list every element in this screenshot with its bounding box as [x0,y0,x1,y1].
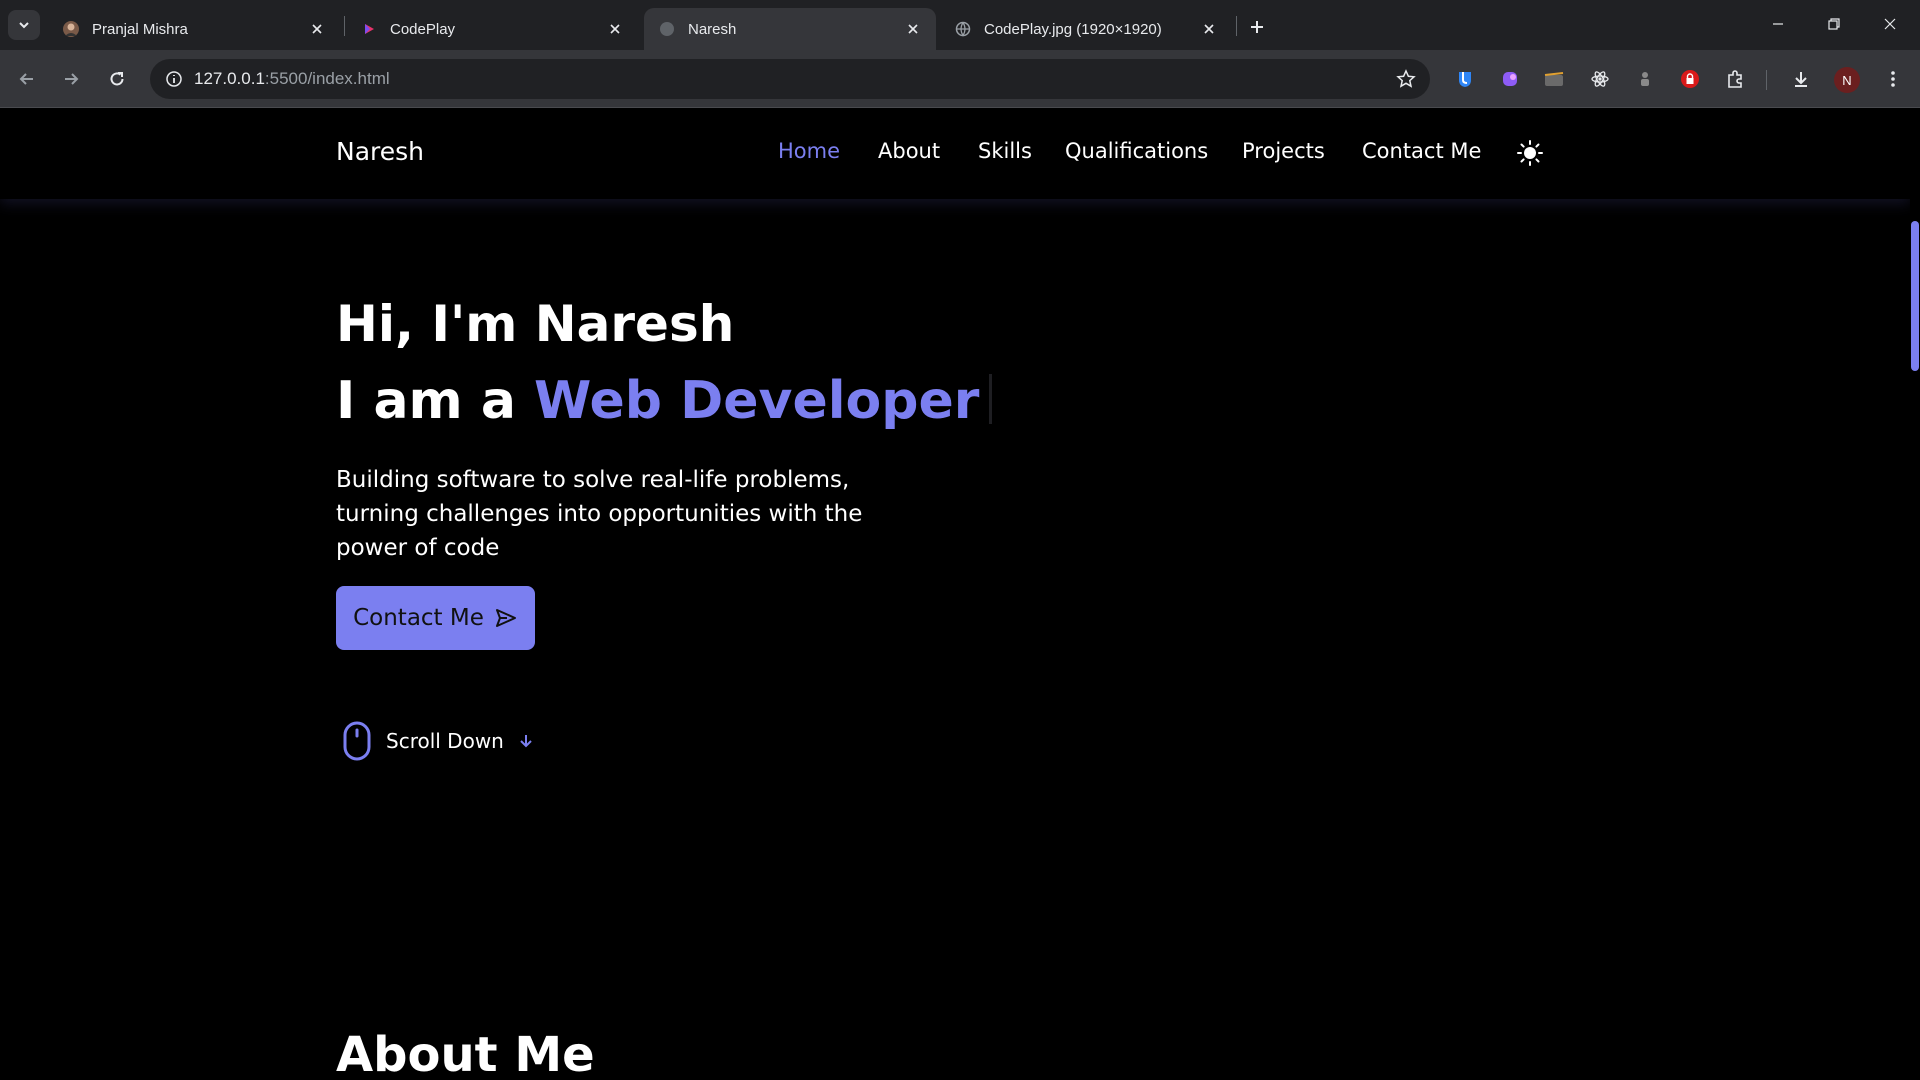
web-page: Naresh Home About Skills Qualifications … [0,109,1910,1080]
star-icon[interactable] [1396,69,1416,93]
tab-pranjal-mishra[interactable]: Pranjal Mishra [48,8,340,50]
hero-greeting: Hi, I'm Naresh [336,295,735,353]
url-path: :5500/index.html [264,69,390,88]
reload-button[interactable] [100,62,134,96]
minimize-button[interactable] [1758,8,1798,40]
reload-icon [110,72,124,86]
close-icon [1884,18,1896,30]
tab-title: Pranjal Mishra [92,20,188,38]
site-logo[interactable]: Naresh [336,137,424,166]
restore-icon [1828,18,1840,30]
url-host: 127.0.0.1 [194,69,265,88]
nav-skills[interactable]: Skills [978,139,1032,163]
extension-ai-icon[interactable] [1497,66,1523,92]
back-button[interactable] [10,62,44,96]
mouse-icon [343,721,371,761]
close-icon[interactable] [1200,20,1218,38]
send-icon [495,609,516,627]
globe-icon [658,20,676,38]
forward-icon [65,73,79,85]
download-icon[interactable] [1788,66,1814,92]
back-icon [19,73,33,85]
scrollbar-thumb[interactable] [1911,221,1919,371]
site-info-icon[interactable] [154,70,194,88]
tab-naresh[interactable]: Naresh [644,8,936,50]
hero-role-typed: Web Developer [534,371,980,431]
typing-cursor [989,374,993,424]
contact-me-button[interactable]: Contact Me [336,586,535,650]
new-tab-button[interactable] [1244,14,1270,40]
hero-role-prefix: I am a [336,371,516,431]
globe-icon [954,20,972,38]
nav-qualifications[interactable]: Qualifications [1065,139,1208,163]
close-window-button[interactable] [1870,8,1910,40]
nav-contact-me[interactable]: Contact Me [1362,139,1481,163]
site-header: Naresh Home About Skills Qualifications … [0,109,1910,199]
theme-toggle-button[interactable] [1516,139,1544,167]
chevron-down-icon [19,22,29,29]
tab-codeplay-jpg[interactable]: CodePlay.jpg (1920×1920) [940,8,1232,50]
close-icon[interactable] [904,20,922,38]
tab-strip: Pranjal Mishra CodePlay Naresh CodePlay.… [0,0,1920,50]
extension-shield-icon[interactable] [1452,66,1478,92]
profile-avatar[interactable]: N [1834,67,1860,93]
lock-extension-icon[interactable] [1677,66,1703,92]
url-text: 127.0.0.1:5500/index.html [194,69,390,89]
hero-description: Building software to solve real-life pro… [336,467,863,561]
nav-about[interactable]: About [878,139,940,163]
nav-home[interactable]: Home [778,139,840,163]
scroll-down-link[interactable]: Scroll Down [342,721,534,761]
tab-title: Naresh [688,20,737,38]
close-icon[interactable] [606,20,624,38]
address-bar[interactable]: 127.0.0.1:5500/index.html [150,59,1430,99]
play-icon [360,20,378,38]
tab-title: CodePlay.jpg (1920×1920) [984,20,1162,38]
browser-toolbar: 127.0.0.1:5500/index.html [0,50,1920,108]
tab-separator [344,16,345,36]
minimize-icon [1773,23,1783,25]
arrow-down-icon [520,735,532,748]
tab-codeplay[interactable]: CodePlay [346,8,638,50]
contact-me-label: Contact Me [353,605,484,631]
sun-icon [1517,140,1543,166]
tab-search-button[interactable] [8,10,40,40]
toolbar-divider [1766,70,1767,90]
tab-title: CodePlay [390,20,456,38]
extension-puppet-icon[interactable] [1632,66,1658,92]
extension-camera-icon[interactable] [1541,66,1567,92]
scroll-down-label: Scroll Down [386,729,504,753]
about-section-title: About Me [336,1027,595,1080]
close-icon[interactable] [308,20,326,38]
hero-role-line: I am a Web Developer [336,371,993,431]
nav-projects[interactable]: Projects [1242,139,1325,163]
tab-separator [1236,16,1237,36]
extensions-icon[interactable] [1722,66,1748,92]
react-icon[interactable] [1587,66,1613,92]
plus-icon [1251,21,1263,33]
forward-button[interactable] [54,62,88,96]
profile-photo-icon [62,20,80,38]
menu-icon[interactable] [1880,66,1906,92]
restore-button[interactable] [1814,8,1854,40]
page-scrollbar[interactable] [1910,109,1920,1080]
